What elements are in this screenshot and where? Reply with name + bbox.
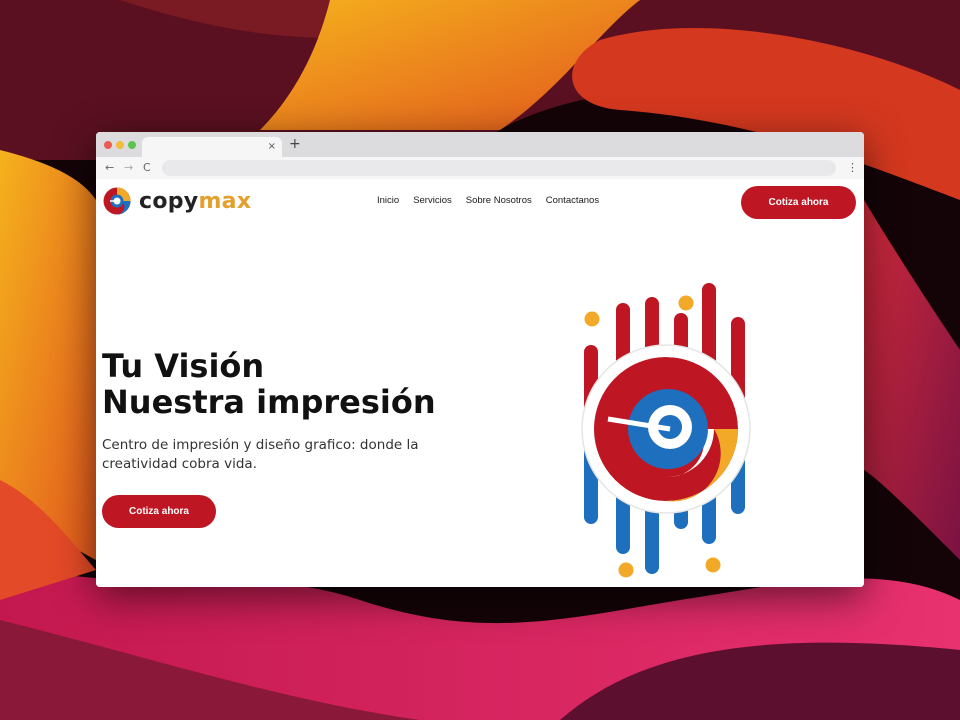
hero-subtitle: Centro de impresión y diseño grafico: do… bbox=[102, 437, 419, 472]
copymax-logo-icon bbox=[103, 187, 131, 215]
forward-arrow-icon[interactable]: → bbox=[124, 160, 133, 176]
website-page: copymax Inicio Servicios Sobre Nosotros … bbox=[96, 179, 864, 587]
window-maximize-button[interactable] bbox=[128, 141, 136, 149]
logo-wordmark: copymax bbox=[139, 188, 252, 214]
main-nav: Inicio Servicios Sobre Nosotros Contacta… bbox=[377, 195, 613, 206]
back-arrow-icon[interactable]: ← bbox=[105, 160, 114, 176]
browser-tab[interactable]: × bbox=[142, 137, 282, 157]
hero-quote-button[interactable]: Cotiza ahora bbox=[102, 495, 216, 528]
hero-title-line2: Nuestra impresión bbox=[102, 383, 436, 421]
tab-close-icon[interactable]: × bbox=[268, 139, 276, 155]
header-quote-button[interactable]: Cotiza ahora bbox=[741, 186, 856, 219]
hero-title-line1: Tu Visión bbox=[102, 347, 265, 385]
nav-link-inicio[interactable]: Inicio bbox=[377, 195, 399, 206]
hero-title: Tu Visión Nuestra impresión bbox=[102, 348, 436, 420]
window-minimize-button[interactable] bbox=[116, 141, 124, 149]
window-close-button[interactable] bbox=[104, 141, 112, 149]
nav-link-servicios[interactable]: Servicios bbox=[413, 195, 452, 206]
browser-tab-bar: × + bbox=[96, 132, 864, 157]
new-tab-button[interactable]: + bbox=[289, 136, 301, 152]
reload-icon[interactable]: C bbox=[143, 160, 151, 176]
copymax-logo[interactable]: copymax bbox=[102, 185, 251, 217]
nav-link-sobre-nosotros[interactable]: Sobre Nosotros bbox=[466, 195, 532, 206]
browser-menu-icon[interactable]: ⋮ bbox=[847, 160, 858, 176]
browser-toolbar: ← → C ⋮ bbox=[96, 157, 864, 179]
hero-logo-illustration bbox=[581, 283, 751, 578]
address-bar[interactable] bbox=[162, 160, 836, 176]
browser-window: × + ← → C ⋮ copymax Inicio Servicios Sob… bbox=[96, 132, 864, 587]
nav-link-contactanos[interactable]: Contactanos bbox=[546, 195, 599, 206]
